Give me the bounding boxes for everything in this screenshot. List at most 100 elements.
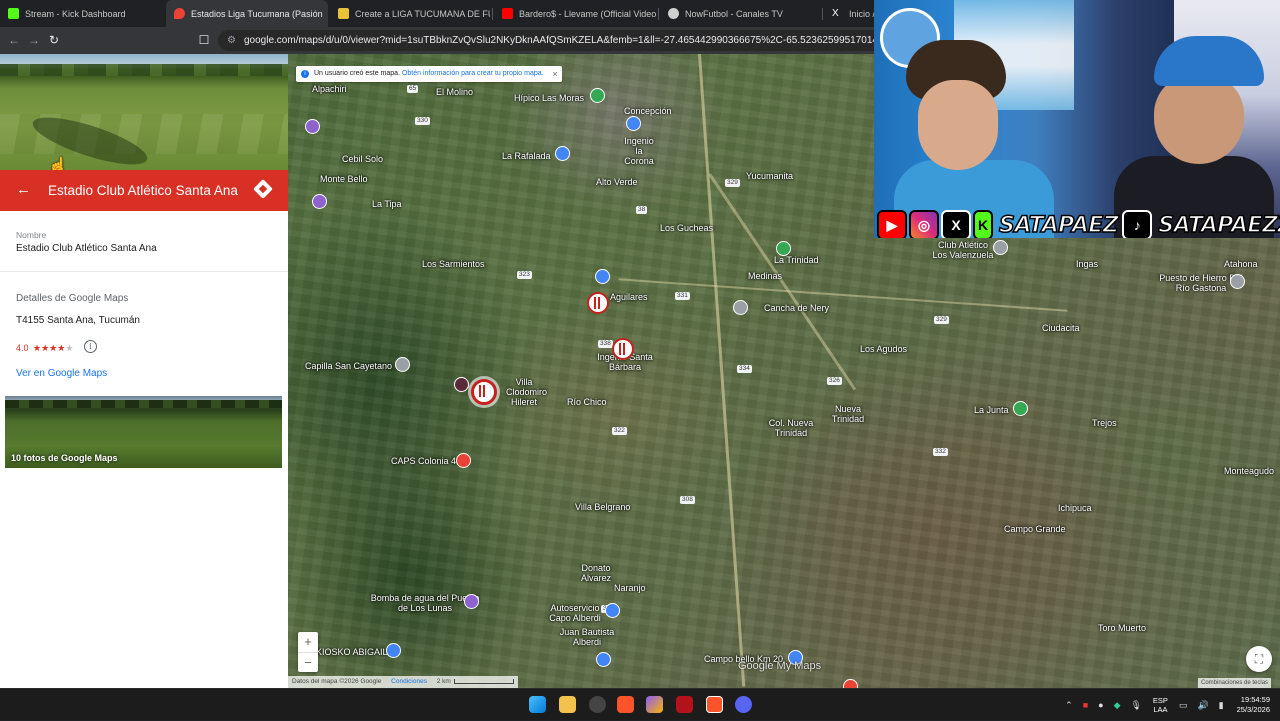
map-pin[interactable] xyxy=(993,240,1008,255)
windows-start-icon[interactable] xyxy=(529,696,546,713)
discord-icon[interactable] xyxy=(735,696,752,713)
network-icon[interactable]: ▭ xyxy=(1179,700,1188,711)
brave-browser-icon[interactable] xyxy=(617,696,634,713)
map-pin[interactable] xyxy=(626,116,641,131)
back-arrow-icon[interactable]: ← xyxy=(16,181,31,198)
map-pin[interactable] xyxy=(776,241,791,256)
rating: 4.0 ★★★★★ xyxy=(16,343,73,354)
globe-icon xyxy=(668,8,679,19)
zoom-out-button[interactable]: − xyxy=(298,653,318,673)
star-rating-icon: ★★★★ xyxy=(33,343,66,353)
tab-nowfutbol[interactable]: NowFutbol - Canales TV xyxy=(660,0,820,27)
battery-icon[interactable]: ▮ xyxy=(1219,700,1224,711)
keyboard-shortcuts-link[interactable]: Combinaciones de teclas xyxy=(1198,678,1272,688)
map-label: Hípico Las Moras xyxy=(514,93,585,103)
map-label: Nueva Trinidad xyxy=(831,404,865,424)
map-pin[interactable] xyxy=(1230,274,1245,289)
back-arrow-icon[interactable]: ← xyxy=(6,32,22,48)
place-title-bar: ← Estadio Club Atlético Santa Ana xyxy=(0,170,288,211)
tab-create-liga[interactable]: Create a LIGA TUCUMANA DE FÚTBO xyxy=(330,0,490,27)
map-pin[interactable] xyxy=(395,357,410,372)
route-shield: 323 xyxy=(517,271,532,279)
x-logo-icon: X xyxy=(941,210,971,238)
microphone-icon[interactable]: 🎙 xyxy=(1130,700,1141,711)
file-explorer-icon[interactable] xyxy=(559,696,576,713)
map-pin[interactable] xyxy=(1013,401,1028,416)
map-label: Cancha de Nery xyxy=(764,303,830,313)
zoom-in-button[interactable]: + xyxy=(298,632,318,652)
system-clock[interactable]: 19:54:59 25/3/2026 xyxy=(1237,695,1270,715)
tab-bardero-video[interactable]: Bardero$ - Llevame (Official Video) xyxy=(494,0,656,27)
map-label: Juan Bautista Alberdi xyxy=(559,627,615,647)
stadium-pin[interactable] xyxy=(587,292,609,314)
route-shield: 332 xyxy=(933,448,948,456)
map-label: Villa Belgrano xyxy=(575,502,631,512)
site-settings-icon[interactable]: ⚙ xyxy=(227,30,236,51)
map-pin[interactable] xyxy=(843,679,858,688)
route-shield: 334 xyxy=(737,365,752,373)
conditions-link[interactable]: Condiciones xyxy=(391,678,427,685)
map-pin[interactable] xyxy=(312,194,327,209)
map-label: Alto Verde xyxy=(596,177,638,187)
map-pin[interactable] xyxy=(555,146,570,161)
volume-icon[interactable]: 🔊 xyxy=(1197,700,1208,711)
banner-learn-link[interactable]: Obtén información para crear tu propio m… xyxy=(402,70,544,77)
tray-app-icon[interactable]: ◆ xyxy=(1114,700,1121,711)
directions-icon[interactable] xyxy=(253,179,273,199)
forward-arrow-icon[interactable]: → xyxy=(26,32,42,48)
selected-stadium-pin[interactable] xyxy=(471,379,497,405)
map-label: El Molino xyxy=(436,87,474,97)
app-icon[interactable] xyxy=(676,696,693,713)
tray-app-icon[interactable]: ● xyxy=(1098,700,1103,710)
name-label: Nombre xyxy=(16,230,47,240)
input-language[interactable]: ESP LAA xyxy=(1153,696,1168,714)
tab-estadios-liga-tucumana[interactable]: Estadios Liga Tucumana (Pasión ✕ xyxy=(166,0,328,27)
map-label: Capilla San Cayetano xyxy=(305,361,393,371)
map-pin[interactable] xyxy=(464,594,479,609)
map-label: Monte Bello xyxy=(320,174,368,184)
obs-icon[interactable] xyxy=(589,696,606,713)
close-icon[interactable]: ✕ xyxy=(323,7,328,20)
map-pin[interactable] xyxy=(386,643,401,658)
fullscreen-icon[interactable]: ⛶ xyxy=(1246,646,1272,672)
close-icon[interactable]: × xyxy=(552,66,557,82)
bookmark-icon[interactable]: ☐ xyxy=(196,32,212,48)
chevron-up-icon[interactable]: ⌃ xyxy=(1065,700,1073,711)
tab-kick-dashboard[interactable]: Stream - Kick Dashboard xyxy=(0,0,165,27)
place-hero-photo[interactable] xyxy=(0,54,288,174)
route-shield: 326 xyxy=(827,377,842,385)
map-pin[interactable] xyxy=(590,88,605,103)
scale-bar[interactable] xyxy=(453,678,514,684)
streamer-right xyxy=(1104,36,1274,238)
clock-date: 25/3/2026 xyxy=(1236,705,1270,714)
map-label: Villa Clodomiro Hileret xyxy=(506,377,548,407)
route-shield: 38 xyxy=(636,206,648,214)
map-pin[interactable] xyxy=(456,453,471,468)
route-shield: 308 xyxy=(680,496,695,504)
brave-browser-active-icon[interactable] xyxy=(706,696,723,713)
google-maps-details-header: Detalles de Google Maps xyxy=(16,293,129,304)
map-pin[interactable] xyxy=(305,119,320,134)
map-pin[interactable] xyxy=(733,300,748,315)
map-pin[interactable] xyxy=(605,603,620,618)
map-pin[interactable] xyxy=(596,652,611,667)
face xyxy=(1154,74,1244,164)
map-label: Yucumanita xyxy=(746,171,794,181)
system-tray: ⌃ ■ ● ◆ 🎙 ESP LAA ▭ 🔊 ▮ 19:54:59 25/3/20… xyxy=(1060,689,1270,721)
photo-treeline xyxy=(5,400,282,408)
info-icon: i xyxy=(301,70,309,78)
stadium-pin[interactable] xyxy=(612,338,634,360)
tab-title: Create a LIGA TUCUMANA DE FÚTBO xyxy=(355,8,490,19)
map-pin[interactable] xyxy=(595,269,610,284)
view-in-google-maps-link[interactable]: Ver en Google Maps xyxy=(16,368,107,379)
info-icon[interactable]: i xyxy=(84,340,97,353)
map-label: Concepción xyxy=(624,106,672,116)
tab-x-home[interactable]: X Inicio / X xyxy=(824,0,874,27)
youtube-icon: ▶ xyxy=(877,210,907,238)
copilot-icon[interactable] xyxy=(646,696,663,713)
tray-app-icon[interactable]: ■ xyxy=(1083,700,1088,710)
reload-icon[interactable]: ↻ xyxy=(46,32,62,48)
map-pin[interactable] xyxy=(454,377,469,392)
tab-title: Stream - Kick Dashboard xyxy=(25,8,126,19)
photos-thumbnail[interactable]: 10 fotos de Google Maps xyxy=(5,396,282,468)
